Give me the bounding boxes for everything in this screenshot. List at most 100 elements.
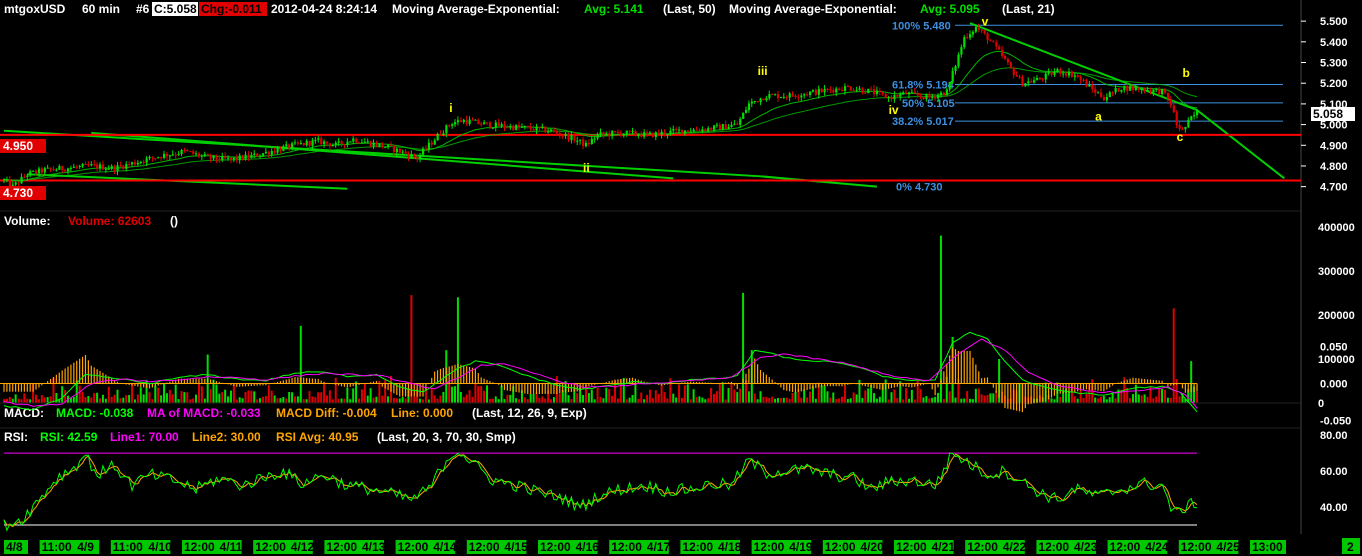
candle-body [378,143,381,147]
candle-body [715,124,719,126]
volume-bar [896,398,899,403]
volume-bar [293,396,296,403]
time-axis[interactable]: 4/8 11:00 4/9 11:00 4/10 12:00 4/11 12:00 4/12 12… [4,540,1286,554]
candle-body [1024,83,1027,87]
candle-body [913,91,916,94]
date-label: 4/19 [789,540,813,554]
volume-bar [1067,392,1070,403]
volume-bar [893,389,896,403]
candle-body [855,89,858,91]
rsi-tick-label: 40.00 [1320,502,1348,514]
volume-bar [232,384,235,403]
candle-body [532,128,535,131]
candle-body [742,112,745,119]
volume-bar [654,390,657,403]
candle-body [980,29,983,31]
volume-bar [433,395,436,403]
fib-label: 50% 5.105 [902,98,955,110]
candle-body [23,176,26,178]
volume-bar [1161,389,1164,403]
candle-body [165,153,169,157]
candle-body [875,90,879,95]
volume-bar [1102,396,1105,403]
volume-bar [695,396,698,403]
candle-body [922,96,925,100]
volume-bar [163,383,166,403]
volume-bar [276,398,279,403]
page-badge-label: 2 [1347,540,1354,554]
volume-bar [523,397,526,403]
volume-bar [241,398,244,403]
volume-bar [340,398,343,403]
date-label: 4/21 [932,540,956,554]
volume-bar [552,397,555,403]
candle-body [197,153,201,157]
volume-bar [966,391,969,403]
candle-body [46,167,49,169]
price-tick-label: 5.200 [1320,78,1348,90]
candle-body [1003,56,1007,60]
candle-body [419,154,422,159]
price-tick-label: 4.800 [1320,161,1348,173]
volume-bar [1129,398,1132,403]
volume-bar [715,391,718,403]
volume-bar [247,390,250,403]
candle-body [410,154,413,158]
macd-params: (Last, 12, 26, 9, Exp) [472,406,587,420]
volume-bar [256,399,259,403]
candle-body [346,141,349,145]
volume-bar [381,395,384,403]
rsi-line1-value: Line1: 70.00 [110,430,179,444]
candle-body [573,134,576,142]
volume-bar [261,396,264,403]
candle-body [215,155,218,160]
volume-bar [969,398,972,403]
trading-chart[interactable]: mtgoxUSD 60 min #6 C:5.058 Chg:-0.011 20… [0,0,1362,556]
candle-body [520,126,524,128]
time-label: 12:00 [754,540,785,554]
candle-body [40,168,44,173]
candle-body [67,168,70,172]
candle-body [1196,110,1199,116]
volume-bar [296,396,299,403]
volume-bar [710,387,713,403]
volume-bar [742,292,745,403]
candle-body [756,101,759,103]
candle-body [203,154,206,156]
volume-bar [1053,399,1056,403]
candle-body [744,110,748,113]
volume-bar [439,395,442,403]
candle-body [372,142,375,147]
candle-body [1120,89,1123,92]
volume-bar [925,396,928,403]
time-label: 12:00 [682,540,713,554]
candle-body [622,133,625,136]
volume-bar [1076,398,1079,403]
volume-bar [285,398,288,403]
volume-bar [305,399,308,403]
candle-body [1033,80,1036,83]
time-label: 12:00 [825,540,856,554]
volume-bar [1079,390,1082,403]
volume-bar [529,393,532,403]
date-label: 4/10 [148,540,172,554]
candle-body [695,129,698,131]
page-badge[interactable]: 2 [1342,538,1360,554]
candle-body [721,124,724,130]
candle-body [195,153,198,155]
candle-body [776,94,780,99]
time-label: 12:00 [611,540,642,554]
volume-bar [974,388,977,403]
support-low-marker: 4.730 [0,186,46,200]
volume-bar [218,393,221,403]
volume-value: Volume: 62603 [68,214,151,228]
candle-body [599,132,602,135]
volume-bar [302,399,305,403]
volume-bar [657,394,660,403]
time-label: 12:00 [184,540,215,554]
volume-bar [814,398,817,403]
candle-body [852,90,855,92]
volume-bar [686,384,689,403]
volume-bar [890,392,893,403]
close-label: C:5.058 [154,2,197,16]
